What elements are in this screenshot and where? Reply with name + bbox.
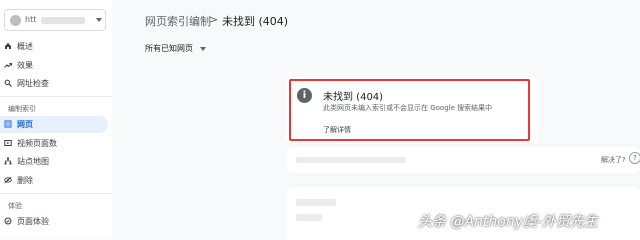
sidebar-item-label: 页面体验 <box>17 217 49 226</box>
chevron-down-icon[interactable] <box>200 47 206 51</box>
chevron-down-icon <box>96 18 102 22</box>
sidebar-item-label: 站点地图 <box>17 157 49 166</box>
sidebar-item-label: 视频页面数 <box>17 139 57 148</box>
redacted-text <box>296 214 322 221</box>
sidebar-item-label: 网址检查 <box>17 79 49 88</box>
filter-dropdown[interactable]: 所有已知网页 <box>145 43 193 54</box>
sidebar-item-url-inspection[interactable]: 网址检查 <box>0 75 108 92</box>
card-title: 未找到 (404) <box>323 92 384 103</box>
info-icon: i <box>297 88 312 103</box>
removal-icon <box>4 176 12 184</box>
watermark: 头条 @Anthony虞-外贸先生 <box>418 214 599 230</box>
breadcrumb-parent[interactable]: 网页索引编制 <box>145 13 211 29</box>
section-experience: 体验 <box>8 202 22 210</box>
sidebar-item-performance[interactable]: 效果 <box>0 57 108 74</box>
property-prefix: htt <box>25 15 37 24</box>
redacted-text <box>296 199 336 206</box>
sidebar-item-label: 概述 <box>17 42 33 51</box>
pages-icon <box>4 120 12 128</box>
page-title: 未找到 (404) <box>222 15 289 28</box>
property-selector[interactable]: htt <box>4 9 106 31</box>
sidebar-item-overview[interactable]: 概述 <box>0 38 108 55</box>
sidebar-item-video-pages[interactable]: 视频页面数 <box>0 135 108 152</box>
card-description: 此类网页未编入索引或不会显示在 Google 搜索结果中 <box>323 104 493 112</box>
learn-more-link[interactable]: 了解详情 <box>323 125 351 135</box>
home-icon <box>5 43 11 49</box>
sidebar: htt 概述 效果 网址检查 编制索引 网页 视频页面数 站点地图 删除 体验 … <box>0 0 112 239</box>
help-icon[interactable]: ? <box>629 152 640 164</box>
property-avatar <box>10 15 21 26</box>
sidebar-item-sitemaps[interactable]: 站点地图 <box>0 153 108 170</box>
search-icon <box>4 79 12 87</box>
sidebar-item-label: 效果 <box>17 61 33 70</box>
sidebar-item-removals[interactable]: 删除 <box>0 172 108 189</box>
breadcrumb-separator: > <box>209 13 219 26</box>
sidebar-item-pages[interactable]: 网页 <box>0 116 108 133</box>
sidebar-divider <box>0 96 112 97</box>
sidebar-item-page-experience[interactable]: 页面体验 <box>0 213 108 230</box>
resolved-question: 解决了? <box>601 156 626 164</box>
redacted-text <box>296 157 406 163</box>
sidebar-item-label: 删除 <box>17 176 33 185</box>
trending-up-icon <box>4 63 12 68</box>
sidebar-divider <box>0 193 112 194</box>
experience-icon <box>4 217 12 225</box>
section-indexing: 编制索引 <box>8 105 36 113</box>
sidebar-item-label: 网页 <box>17 120 33 129</box>
property-url-redacted <box>41 17 85 24</box>
sitemap-icon <box>4 157 12 165</box>
video-icon <box>4 140 12 146</box>
